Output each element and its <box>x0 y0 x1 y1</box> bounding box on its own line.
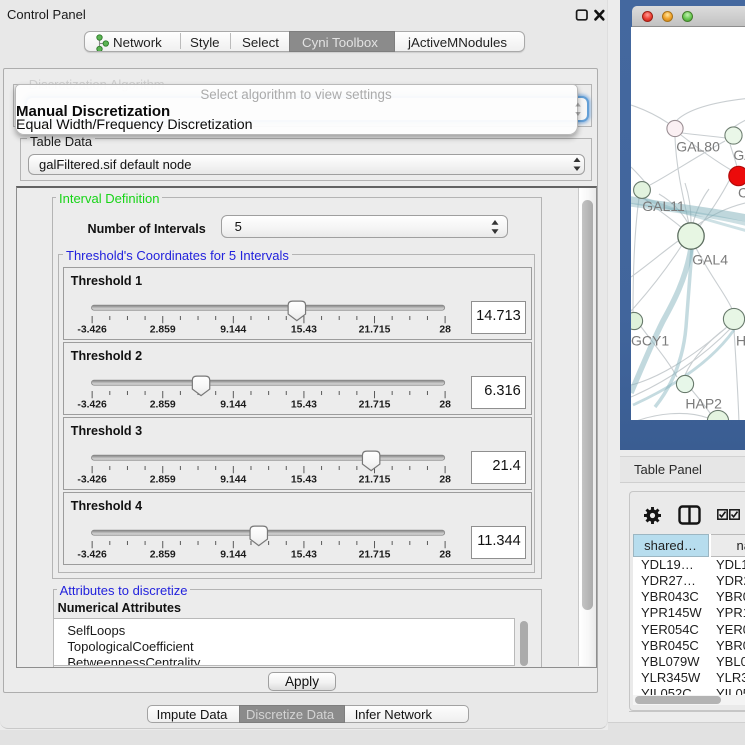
svg-text:GAL80: GAL80 <box>676 139 720 155</box>
svg-text:15.43: 15.43 <box>291 400 317 411</box>
svg-text:H: H <box>736 333 745 349</box>
svg-text:-3.426: -3.426 <box>77 475 107 486</box>
svg-text:21.715: 21.715 <box>358 550 390 561</box>
svg-text:9.144: 9.144 <box>220 400 246 411</box>
svg-text:-3.426: -3.426 <box>77 400 107 411</box>
svg-text:C: C <box>738 185 745 201</box>
svg-text:9.144: 9.144 <box>220 550 246 561</box>
svg-text:2.859: 2.859 <box>149 550 175 561</box>
svg-text:15.43: 15.43 <box>291 550 317 561</box>
svg-text:GAL4: GAL4 <box>692 252 728 268</box>
svg-text:15.43: 15.43 <box>291 475 317 486</box>
svg-text:28: 28 <box>439 550 451 561</box>
svg-text:-3.426: -3.426 <box>77 550 107 561</box>
svg-text:21.715: 21.715 <box>358 400 390 411</box>
svg-text:GAL11: GAL11 <box>642 198 685 214</box>
svg-text:9.144: 9.144 <box>220 475 246 486</box>
svg-text:28: 28 <box>439 400 451 411</box>
svg-text:2.859: 2.859 <box>149 325 175 336</box>
svg-text:-3.426: -3.426 <box>77 325 107 336</box>
svg-text:2.859: 2.859 <box>149 400 175 411</box>
svg-text:28: 28 <box>439 475 451 486</box>
svg-text:GCY1: GCY1 <box>631 333 669 349</box>
svg-text:21.715: 21.715 <box>358 325 390 336</box>
svg-text:HAP2: HAP2 <box>685 396 722 412</box>
svg-text:2.859: 2.859 <box>149 475 175 486</box>
svg-text:28: 28 <box>439 325 451 336</box>
svg-text:9.144: 9.144 <box>220 325 246 336</box>
svg-text:21.715: 21.715 <box>358 475 390 486</box>
svg-text:GA: GA <box>733 147 745 163</box>
svg-text:15.43: 15.43 <box>291 325 317 336</box>
